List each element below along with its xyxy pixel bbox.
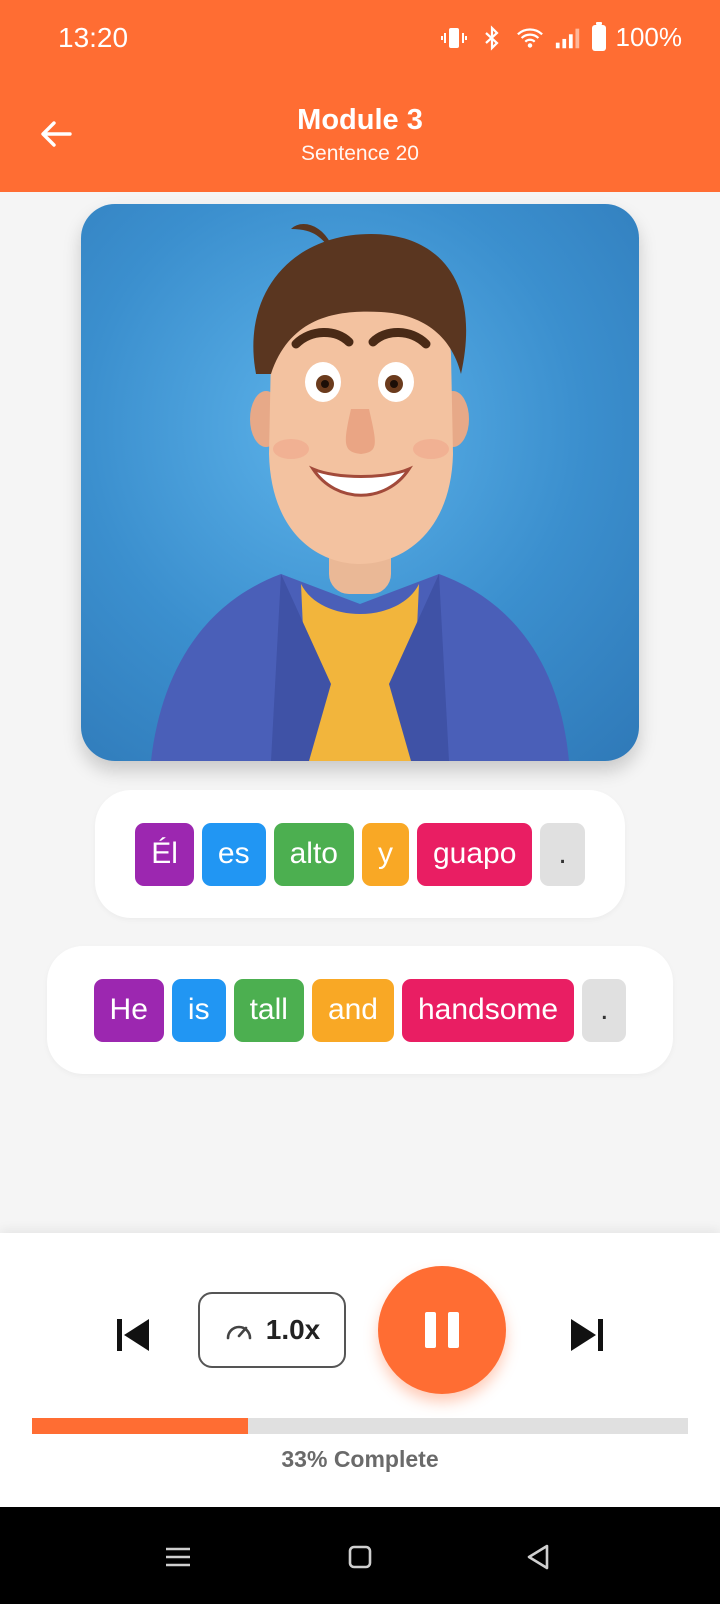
english-word-chip[interactable]: and xyxy=(311,978,394,1042)
progress-fill xyxy=(32,1418,249,1434)
english-word-chip[interactable]: is xyxy=(171,978,226,1042)
spanish-word-chip[interactable]: y xyxy=(361,822,409,886)
english-word-chip[interactable]: . xyxy=(582,978,627,1042)
speedometer-icon xyxy=(226,1325,252,1340)
sentence-illustration xyxy=(81,204,639,761)
vibrate-icon xyxy=(440,24,468,52)
battery-percent: 100% xyxy=(615,22,683,52)
english-word-chip[interactable]: handsome xyxy=(402,978,575,1042)
next-sentence-button[interactable] xyxy=(562,1310,612,1360)
nav-recents-button[interactable] xyxy=(158,1537,198,1577)
spanish-word-chip[interactable]: es xyxy=(201,822,266,886)
page-title: Module 3 xyxy=(297,104,423,136)
pause-icon xyxy=(419,1312,465,1348)
english-word-chip[interactable]: tall xyxy=(233,978,304,1042)
spanish-word-chip[interactable]: guapo xyxy=(416,822,533,886)
status-icons: 100% xyxy=(440,21,683,53)
back-triangle-icon xyxy=(527,1544,549,1570)
signal-icon xyxy=(554,24,582,52)
app-root: 13:20 100% Module 3 Sentence 20 Él es al… xyxy=(0,0,720,1604)
skip-next-icon xyxy=(571,1319,603,1351)
english-word-chip[interactable]: He xyxy=(93,978,164,1042)
page-subtitle: Sentence 20 xyxy=(301,142,419,165)
play-pause-button[interactable] xyxy=(378,1266,506,1394)
home-square-icon xyxy=(348,1545,372,1569)
playback-speed-label: 1.0x xyxy=(265,1314,321,1345)
bluetooth-icon xyxy=(478,24,506,52)
cartoon-man xyxy=(151,224,569,761)
menu-lines-icon xyxy=(166,1547,190,1567)
progress-bar xyxy=(32,1418,688,1434)
skip-previous-icon xyxy=(117,1319,149,1351)
spanish-word-chip[interactable]: Él xyxy=(135,822,194,886)
wifi-icon xyxy=(516,24,544,52)
progress-label: 33% Complete xyxy=(281,1446,439,1472)
spanish-word-chip[interactable]: alto xyxy=(273,822,354,886)
nav-back-button[interactable] xyxy=(518,1537,558,1577)
spanish-sentence-card: Él es alto y guapo. xyxy=(95,790,625,918)
battery-icon xyxy=(591,21,606,51)
playback-speed-button[interactable]: 1.0x xyxy=(198,1292,346,1368)
previous-sentence-button[interactable] xyxy=(108,1310,158,1360)
english-sentence-card: He is tall and handsome. xyxy=(47,946,673,1074)
status-time: 13:20 xyxy=(58,22,129,53)
spanish-word-chip[interactable]: . xyxy=(540,822,585,886)
nav-home-button[interactable] xyxy=(340,1537,380,1577)
system-navigation-bar xyxy=(0,1507,720,1604)
top-app-bar: 13:20 100% Module 3 Sentence 20 xyxy=(0,0,720,192)
